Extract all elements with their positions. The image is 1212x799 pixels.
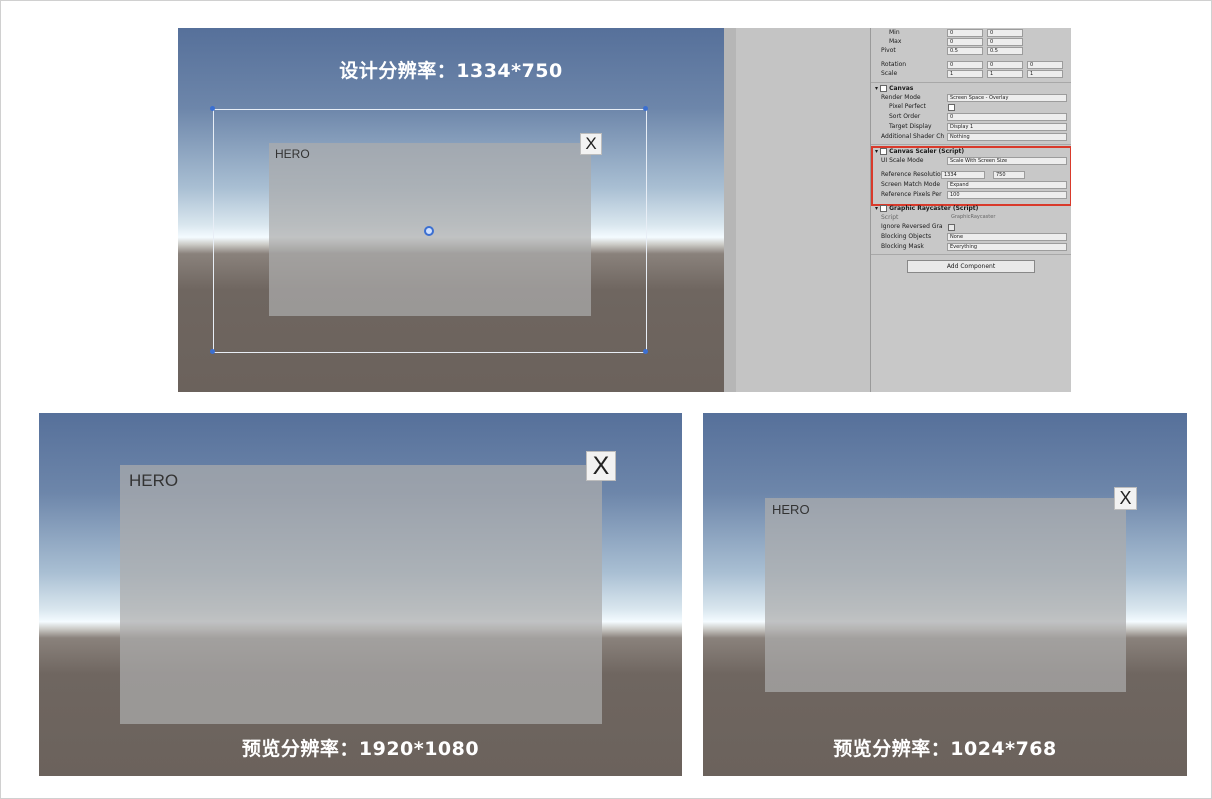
render-mode-dropdown[interactable]: Screen Space - Overlay: [947, 94, 1067, 102]
canvas-scaler-title: Canvas Scaler (Script): [889, 148, 965, 155]
resize-handle-bottom-left[interactable]: [210, 349, 215, 354]
hero-label: HERO: [129, 471, 179, 490]
add-component-button[interactable]: Add Component: [907, 260, 1035, 273]
shader-channels-dropdown[interactable]: Nothing: [947, 133, 1067, 141]
game-preview-1920: HERO X 预览分辨率：1920*1080: [39, 413, 682, 776]
blocking-mask-label: Blocking Mask: [881, 243, 924, 250]
resize-handle-top-left[interactable]: [210, 106, 215, 111]
preview-resolution-caption: 预览分辨率：1920*1080: [241, 738, 480, 760]
hero-label: HERO: [772, 502, 810, 517]
inspector-divider: [724, 28, 736, 392]
graphic-raycaster-header[interactable]: ▾ Graphic Raycaster (Script): [875, 205, 978, 212]
reference-pixels-field[interactable]: 100: [947, 191, 1067, 199]
reference-pixels-label: Reference Pixels Per: [881, 191, 942, 198]
blocking-objects-dropdown[interactable]: None: [947, 233, 1067, 241]
blocking-objects-label: Blocking Objects: [881, 233, 932, 240]
scene-view[interactable]: 设计分辨率：1334*750 HERO X: [178, 28, 724, 392]
scale-y-field[interactable]: 1: [987, 70, 1023, 78]
divider: [871, 82, 1071, 83]
pivot-y-field[interactable]: 0.5: [987, 47, 1023, 55]
max-x-field[interactable]: 0: [947, 38, 983, 46]
canvas-scaler-enabled-checkbox[interactable]: [880, 148, 888, 155]
target-display-dropdown[interactable]: Display 1: [947, 123, 1067, 131]
max-y-field[interactable]: 0: [987, 38, 1023, 46]
ignore-reversed-checkbox[interactable]: [948, 224, 955, 231]
canvas-component-header[interactable]: ▾ Canvas: [875, 85, 913, 92]
rotation-x-field[interactable]: 0: [947, 61, 983, 69]
game-preview-1024: HERO X 预览分辨率：1024*768: [703, 413, 1187, 776]
close-button[interactable]: X: [586, 451, 616, 481]
pivot-handle[interactable]: [424, 226, 434, 236]
rotation-y-field[interactable]: 0: [987, 61, 1023, 69]
hero-label: HERO: [275, 147, 310, 161]
target-display-label: Target Display: [889, 123, 932, 130]
rotation-label: Rotation: [881, 61, 907, 68]
close-button[interactable]: X: [580, 133, 602, 155]
ui-scale-mode-dropdown[interactable]: Scale With Screen Size: [947, 157, 1067, 165]
pixel-perfect-label: Pixel Perfect: [889, 103, 926, 110]
max-label: Max: [889, 38, 902, 45]
inspector-panel: Min 0 0 Max 0 0 Pivot 0.5 0.5 Rotation 0…: [870, 28, 1071, 392]
inspector-margin: [736, 28, 870, 392]
graphic-raycaster-enabled-checkbox[interactable]: [880, 205, 888, 212]
resize-handle-bottom-right[interactable]: [643, 349, 648, 354]
preview-resolution-caption: 预览分辨率：1024*768: [833, 738, 1057, 760]
min-y-field[interactable]: 0: [987, 29, 1023, 37]
screen-match-mode-dropdown[interactable]: Expand: [947, 181, 1067, 189]
hero-panel: HERO: [120, 465, 602, 724]
canvas-title: Canvas: [889, 85, 914, 92]
sort-order-label: Sort Order: [889, 113, 921, 120]
scale-z-field[interactable]: 1: [1027, 70, 1063, 78]
canvas-scaler-header[interactable]: ▾ Canvas Scaler (Script): [875, 148, 964, 155]
rotation-z-field[interactable]: 0: [1027, 61, 1063, 69]
graphic-raycaster-title: Graphic Raycaster (Script): [889, 205, 979, 212]
reference-resolution-y-field[interactable]: 750: [993, 171, 1025, 179]
blocking-mask-dropdown[interactable]: Everything: [947, 243, 1067, 251]
screen-match-mode-label: Screen Match Mode: [881, 181, 941, 188]
divider: [871, 254, 1071, 255]
min-x-field[interactable]: 0: [947, 29, 983, 37]
pivot-x-field[interactable]: 0.5: [947, 47, 983, 55]
ui-scale-mode-label: UI Scale Mode: [881, 157, 924, 164]
ignore-reversed-label: Ignore Reversed Gra: [881, 223, 943, 230]
scale-x-field[interactable]: 1: [947, 70, 983, 78]
pivot-label: Pivot: [881, 47, 896, 54]
design-resolution-caption: 设计分辨率：1334*750: [339, 60, 563, 82]
render-mode-label: Render Mode: [881, 94, 921, 101]
resize-handle-top-right[interactable]: [643, 106, 648, 111]
close-button[interactable]: X: [1114, 487, 1137, 510]
hero-panel: HERO: [765, 498, 1126, 692]
script-label: Script: [881, 214, 899, 221]
canvas-enabled-checkbox[interactable]: [880, 85, 888, 92]
min-label: Min: [889, 29, 900, 36]
divider: [871, 144, 1071, 145]
sort-order-field[interactable]: 0: [947, 113, 1067, 121]
scale-label: Scale: [881, 70, 898, 77]
shader-channels-label: Additional Shader Ch: [881, 133, 945, 140]
reference-resolution-x-field[interactable]: 1334: [941, 171, 985, 179]
reference-resolution-label: Reference Resolution: [881, 171, 945, 178]
script-field: GraphicRaycaster: [951, 214, 996, 220]
pixel-perfect-checkbox[interactable]: [948, 104, 955, 111]
